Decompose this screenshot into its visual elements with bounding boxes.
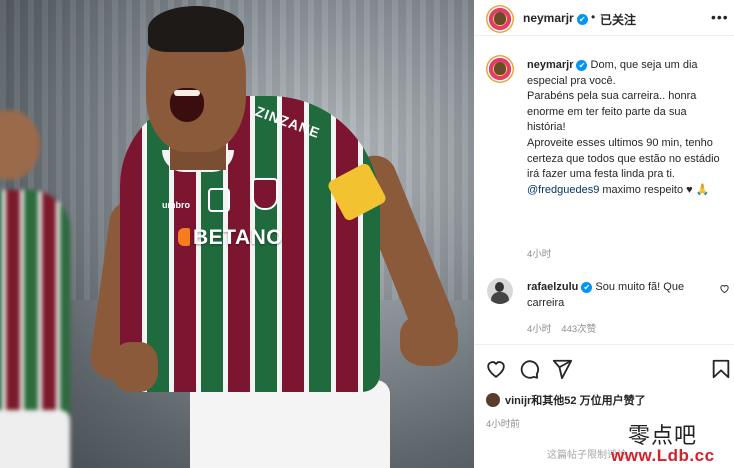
caption-timestamp: 4小时 <box>527 249 552 260</box>
comment-icon[interactable] <box>518 358 540 380</box>
celebrating-player: ZINZANE umbro BETANO <box>87 0 470 468</box>
comment-timestamp: 4小时 <box>527 324 552 335</box>
share-icon[interactable] <box>551 358 573 380</box>
more-options-icon[interactable]: ••• <box>711 9 729 25</box>
commenter-username[interactable]: rafaelzulu <box>527 281 578 293</box>
kit-brand: umbro <box>162 200 190 210</box>
post-photo[interactable]: ZINZANE umbro BETANO <box>0 0 474 468</box>
caption-line: Aproveite esses ultimos 90 min, tenho ce… <box>527 136 720 181</box>
comment-meta: 4小时 443次赞 <box>527 321 596 335</box>
caption-username[interactable]: neymarjr <box>527 59 573 71</box>
author-avatar[interactable] <box>486 5 514 33</box>
player-shorts <box>190 380 390 468</box>
divider <box>474 344 734 345</box>
club-crest <box>252 178 278 210</box>
separator: • <box>591 10 596 24</box>
caption-closing: maximo respeito ♥ 🙏 <box>599 183 710 196</box>
liker-avatar <box>486 393 500 407</box>
post-caption: neymarjr ✔ Dom, que seja um dia especial … <box>527 58 727 198</box>
verified-badge-icon: ✔ <box>576 14 588 25</box>
watermark-url: www.Ldb.cc <box>611 446 715 465</box>
shirt-badge <box>208 188 230 212</box>
mention-link[interactable]: @fredguedes9 <box>527 184 599 196</box>
likes-summary[interactable]: vinijr和其他52 万位用户赞了 <box>486 392 646 408</box>
comment-likes-count[interactable]: 443次赞 <box>561 324 596 335</box>
post-panel: neymarjr ✔ • 已关注 ••• neymarjr ✔ Dom, que s… <box>474 0 734 468</box>
comment-item: rafaelzulu ✔ Sou muito fã! Que carreira <box>527 280 707 311</box>
verified-badge-icon: ✔ <box>581 282 593 293</box>
background-player <box>0 110 90 468</box>
author-username[interactable]: neymarjr ✔ <box>523 11 588 25</box>
sponsor-logo-icon <box>178 228 190 246</box>
post-header: neymarjr ✔ • 已关注 ••• <box>474 0 734 36</box>
post-timestamp: 4小时前 <box>486 419 520 430</box>
heart-icon[interactable] <box>485 358 507 380</box>
bookmark-icon[interactable] <box>710 358 732 380</box>
comment-like-icon[interactable] <box>719 283 730 297</box>
verified-badge-icon: ✔ <box>576 60 588 71</box>
following-button[interactable]: 已关注 <box>600 11 636 28</box>
caption-line: Parabéns pela sua carreira.. honra enorm… <box>527 90 697 134</box>
shirt-sponsor: BETANO <box>178 226 283 250</box>
commenter-avatar[interactable] <box>487 278 513 304</box>
caption-author-avatar[interactable] <box>486 55 514 83</box>
